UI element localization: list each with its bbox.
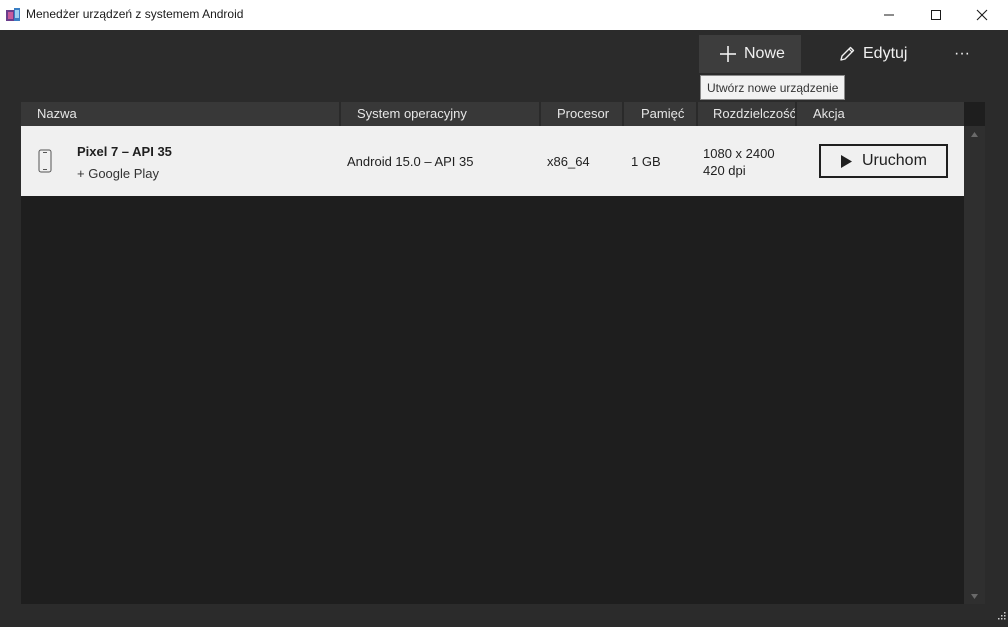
close-icon xyxy=(976,9,988,21)
table-row[interactable]: Pixel 7 – API 35 + Google Play Android 1… xyxy=(21,126,964,196)
new-device-tooltip: Utwórz nowe urządzenie xyxy=(700,75,846,100)
maximize-icon xyxy=(931,10,941,20)
device-name: Pixel 7 – API 35 xyxy=(77,144,172,159)
window-title: Menedżer urządzeń z systemem Android xyxy=(26,7,244,21)
column-header-memory[interactable]: Pamięć xyxy=(635,102,684,126)
device-manager-window: Menedżer urządzeń z systemem Android Now… xyxy=(0,0,1008,627)
column-separator[interactable] xyxy=(696,102,698,126)
column-separator[interactable] xyxy=(622,102,624,126)
column-header-action[interactable]: Akcja xyxy=(807,102,845,126)
table-header: Nazwa System operacyjny Procesor Pamięć … xyxy=(21,102,964,126)
plus-icon xyxy=(720,46,736,62)
more-options-button[interactable]: ··· xyxy=(944,35,980,73)
more-options-icon: ··· xyxy=(954,45,970,62)
device-cpu: x86_64 xyxy=(547,154,590,169)
column-separator[interactable] xyxy=(539,102,541,126)
title-bar: Menedżer urządzeń z systemem Android xyxy=(0,0,1008,30)
resize-grip-icon[interactable] xyxy=(996,607,1006,625)
run-button-label: Uruchom xyxy=(862,152,927,169)
run-device-button[interactable]: Uruchom xyxy=(819,144,948,178)
toolbar: Nowe Edytuj ··· xyxy=(0,30,1008,78)
edit-button-label: Edytuj xyxy=(863,45,908,62)
scroll-up-arrow-icon[interactable] xyxy=(964,128,985,140)
vertical-scrollbar[interactable] xyxy=(964,126,985,604)
phone-icon xyxy=(38,149,52,178)
column-header-resolution[interactable]: Rozdzielczość xyxy=(707,102,796,126)
column-header-name[interactable]: Nazwa xyxy=(31,102,77,126)
play-icon xyxy=(841,154,852,168)
maximize-button[interactable] xyxy=(913,0,959,30)
device-os: Android 15.0 – API 35 xyxy=(347,154,474,169)
edit-device-button[interactable]: Edytuj xyxy=(826,35,922,73)
device-subtitle: + Google Play xyxy=(77,166,160,181)
minimize-button[interactable] xyxy=(866,0,912,30)
pencil-icon xyxy=(840,46,855,61)
column-separator[interactable] xyxy=(795,102,797,126)
minimize-icon xyxy=(884,14,894,16)
scroll-down-arrow-icon[interactable] xyxy=(964,590,985,602)
device-density: 420 dpi xyxy=(703,163,746,178)
column-header-cpu[interactable]: Procesor xyxy=(551,102,609,126)
device-memory: 1 GB xyxy=(631,154,661,169)
column-header-os[interactable]: System operacyjny xyxy=(351,102,467,126)
close-button[interactable] xyxy=(959,0,1005,30)
column-separator[interactable] xyxy=(339,102,341,126)
app-icon xyxy=(6,8,20,22)
device-resolution: 1080 x 2400 xyxy=(703,146,775,161)
new-button-label: Nowe xyxy=(744,45,785,62)
new-device-button[interactable]: Nowe xyxy=(699,35,801,73)
device-table: Nazwa System operacyjny Procesor Pamięć … xyxy=(21,102,985,604)
